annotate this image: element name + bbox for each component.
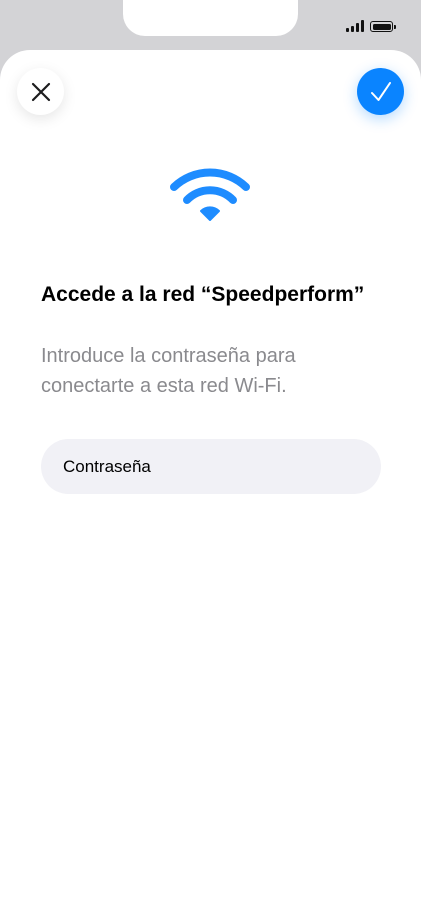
close-icon [31, 82, 50, 101]
device-notch [123, 0, 298, 36]
checkmark-icon [370, 81, 391, 101]
password-input[interactable] [41, 439, 381, 494]
network-subtitle: Introduce la contraseña para conectarte … [41, 345, 296, 397]
battery-icon [370, 21, 396, 32]
close-button[interactable] [17, 68, 64, 115]
cellular-signal-icon [346, 20, 364, 32]
wifi-icon [170, 168, 250, 221]
network-title: Accede a la red “Speedperform” [41, 283, 365, 306]
join-network-sheet: Accede a la red “Speedperform” Introduce… [0, 50, 421, 912]
status-bar [346, 20, 396, 32]
phone-screen: Accede a la red “Speedperform” Introduce… [0, 0, 421, 912]
confirm-button[interactable] [357, 68, 404, 115]
